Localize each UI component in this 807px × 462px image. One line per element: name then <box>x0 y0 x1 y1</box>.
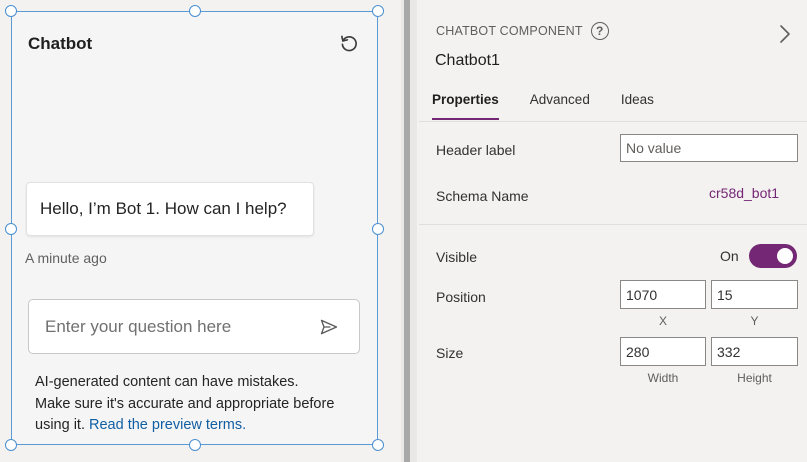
chevron-right-icon <box>780 25 790 43</box>
send-button[interactable] <box>317 315 341 339</box>
component-name: Chatbot1 <box>435 52 500 69</box>
properties-panel: CHATBOT COMPONENT ? Chatbot1 Properties … <box>419 0 807 462</box>
chatbot-control[interactable]: Chatbot Hello, I’m Bot 1. How can I help… <box>11 11 378 445</box>
tabs-divider <box>419 121 807 122</box>
message-timestamp: A minute ago <box>25 250 107 266</box>
refresh-icon <box>341 35 357 52</box>
position-y-caption: Y <box>750 314 759 328</box>
header-label-label: Header label <box>436 142 516 158</box>
question-input-box[interactable] <box>28 299 360 354</box>
question-input[interactable] <box>29 300 309 353</box>
visible-toggle[interactable] <box>749 244 797 268</box>
chatbot-header-title: Chatbot <box>28 34 93 53</box>
position-label: Position <box>436 289 486 305</box>
pane-splitter-handle[interactable] <box>404 0 410 462</box>
resize-handle-bottom[interactable] <box>189 439 201 451</box>
tab-advanced[interactable]: Advanced <box>530 92 590 120</box>
help-icon[interactable]: ? <box>590 22 609 40</box>
resize-handle-bottom-right[interactable] <box>372 439 384 451</box>
component-type-label: CHATBOT COMPONENT <box>436 24 583 38</box>
size-height-field[interactable] <box>711 337 798 366</box>
resize-handle-bottom-left[interactable] <box>5 439 17 451</box>
position-y-field[interactable] <box>711 280 798 309</box>
component-type-heading: CHATBOT COMPONENT ? <box>436 22 609 40</box>
toggle-knob <box>777 248 793 264</box>
property-tabs: Properties Advanced Ideas <box>432 92 685 120</box>
ai-disclaimer: AI-generated content can have mistakes. … <box>35 372 335 437</box>
tab-properties[interactable]: Properties <box>432 92 499 120</box>
resize-handle-top[interactable] <box>189 5 201 17</box>
size-width-caption: Width <box>647 371 679 385</box>
tab-ideas[interactable]: Ideas <box>621 92 654 120</box>
resize-handle-top-right[interactable] <box>372 5 384 17</box>
schema-name-value: cr58d_bot1 <box>709 185 780 201</box>
section-divider <box>419 224 807 225</box>
visible-state-label: On <box>720 248 739 264</box>
size-label: Size <box>436 345 464 361</box>
send-icon <box>320 319 338 335</box>
header-label-field[interactable] <box>620 134 798 162</box>
size-height-caption: Height <box>737 371 772 385</box>
bot-message-text: Hello, I’m Bot 1. How can I help? <box>40 199 287 218</box>
position-x-caption: X <box>658 314 667 328</box>
schema-name-label: Schema Name <box>436 188 529 204</box>
expand-panel-button[interactable] <box>775 22 795 46</box>
preview-terms-link[interactable]: Read the preview terms. <box>89 417 246 433</box>
design-canvas[interactable]: Chatbot Hello, I’m Bot 1. How can I help… <box>0 0 400 462</box>
resize-handle-top-left[interactable] <box>5 5 17 17</box>
resize-handle-right[interactable] <box>372 223 384 235</box>
visible-label: Visible <box>436 249 477 265</box>
bot-message-bubble: Hello, I’m Bot 1. How can I help? <box>26 182 314 236</box>
resize-handle-left[interactable] <box>5 223 17 235</box>
size-width-field[interactable] <box>620 337 706 366</box>
refresh-button[interactable] <box>337 31 361 55</box>
position-x-field[interactable] <box>620 280 706 309</box>
